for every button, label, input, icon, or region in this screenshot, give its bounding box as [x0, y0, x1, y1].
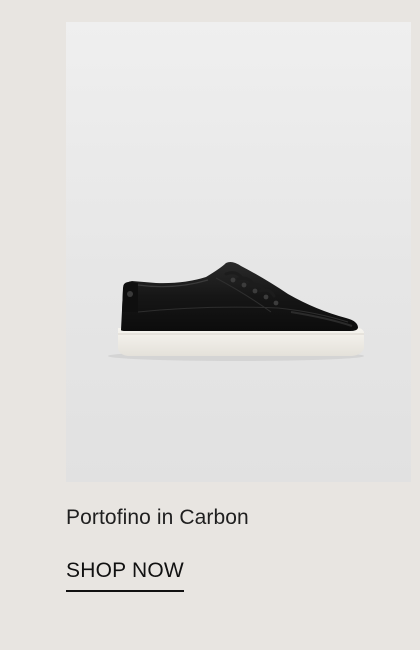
shop-now-link[interactable]: SHOP NOW	[66, 557, 184, 592]
product-card[interactable]: Portofino in Carbon SHOP NOW	[0, 0, 420, 650]
shoe-sole	[118, 327, 364, 356]
product-image[interactable]	[66, 22, 411, 482]
sneaker-illustration	[108, 262, 364, 361]
product-name[interactable]: Portofino in Carbon	[66, 504, 249, 532]
shoe-upper	[121, 262, 358, 331]
